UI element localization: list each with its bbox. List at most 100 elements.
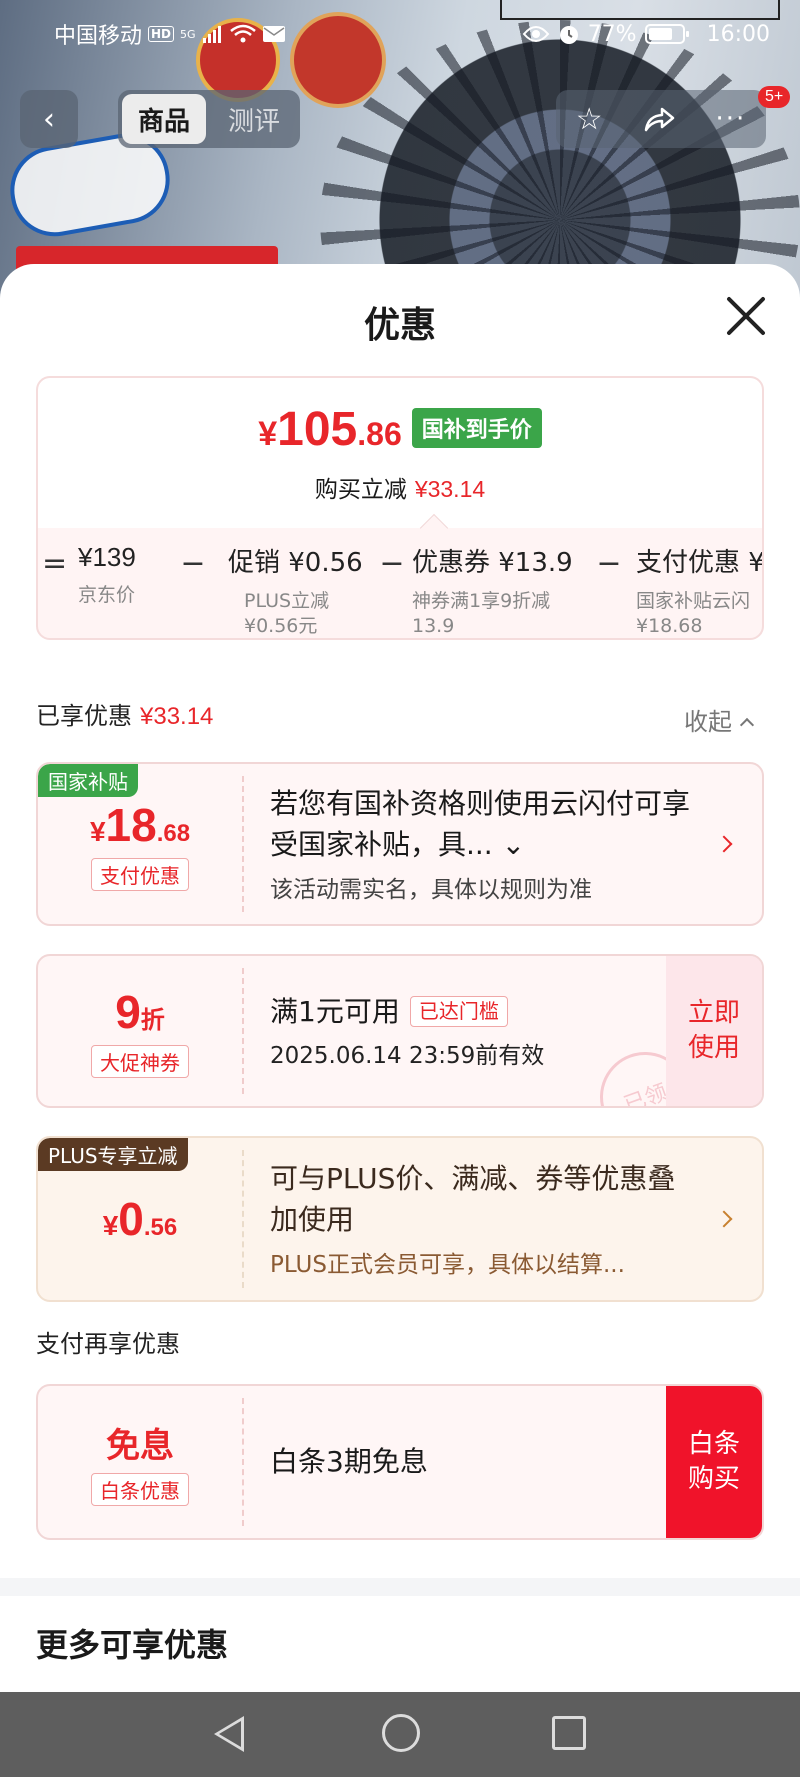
price-breakdown[interactable]: = ¥139 京东价 − 促销 ¥0.56 PLUS立减 ¥0.56元 − 优惠… bbox=[38, 526, 764, 638]
subsidy-amount-block: ¥18.68 支付优惠 bbox=[38, 764, 242, 924]
amount-decimal: .56 bbox=[143, 1214, 178, 1241]
amount-integer: 18 bbox=[105, 798, 157, 851]
interest-free-label: 免息 bbox=[106, 1427, 174, 1465]
more-discounts-title: 更多可享优惠 bbox=[36, 1626, 229, 1664]
plus-amount-block: ¥0.56 bbox=[38, 1138, 242, 1300]
favorite-star-icon[interactable]: ☆ bbox=[576, 102, 603, 137]
reduce-label: 购买立减 bbox=[314, 477, 407, 503]
subsidy-price-tag: 国补到手价 bbox=[411, 408, 542, 448]
hd-icon: HD bbox=[148, 26, 175, 42]
breakdown-title: 支付优惠 ¥ bbox=[636, 548, 764, 578]
breakdown-title: ¥139 bbox=[78, 542, 136, 572]
breakdown-desc: 京东价 bbox=[78, 584, 136, 606]
close-icon[interactable] bbox=[724, 294, 768, 338]
alarm-icon bbox=[559, 26, 578, 44]
minus-sign: − bbox=[180, 546, 206, 581]
system-nav-bar bbox=[0, 1692, 800, 1777]
card-divider bbox=[242, 968, 244, 1094]
amount-decimal: .68 bbox=[156, 819, 191, 847]
minus-sign: − bbox=[596, 546, 622, 581]
reduce-line: 购买立减 ¥33.14 bbox=[38, 470, 762, 504]
share-icon[interactable] bbox=[642, 104, 676, 134]
enjoyed-discount-header: 已享优惠 ¥33.14 bbox=[36, 696, 213, 731]
tab-product[interactable]: 商品 bbox=[122, 94, 207, 144]
baitiao-text: 白条3期免息 bbox=[270, 1386, 662, 1538]
system-back-icon[interactable] bbox=[214, 1716, 244, 1752]
subsidy-text: 若您有国补资格则使用云闪付可享受国家补贴，具... ⌄ 该活动需实名，具体以规则… bbox=[270, 764, 692, 924]
coupon-threshold: 满1元可用 已达门槛 bbox=[270, 992, 662, 1033]
signal-bars-icon bbox=[202, 26, 221, 43]
amount-integer: 0 bbox=[118, 1193, 144, 1245]
eye-icon bbox=[522, 26, 550, 42]
status-bar: 中国移动 HD 5G 77% 16:00 bbox=[0, 14, 800, 54]
subsidy-card[interactable]: 国家补贴 ¥18.68 支付优惠 若您有国补资格则使用云闪付可享受国家补贴，具.… bbox=[36, 762, 764, 926]
breakdown-item: 优惠券 ¥13.9 神券满1享9折减 13.9 bbox=[412, 526, 582, 638]
card-divider bbox=[242, 1398, 244, 1526]
battery-level bbox=[648, 28, 673, 40]
breakdown-item: 支付优惠 ¥ 国家补贴云闪 ¥18.68 bbox=[636, 526, 764, 638]
carrier-name: 中国移动 bbox=[54, 23, 143, 48]
breakdown-desc: 国家补贴云闪 ¥18.68 bbox=[636, 590, 751, 637]
plus-card[interactable]: PLUS专享立减 ¥0.56 可与PLUS价、满减、券等优惠叠加使用 PLUS正… bbox=[36, 1136, 764, 1302]
breakdown-item: 促销 ¥0.56 PLUS立减 ¥0.56元 bbox=[216, 526, 372, 638]
breakdown-item: ¥139 京东价 bbox=[78, 526, 170, 608]
system-recents-icon[interactable] bbox=[552, 1716, 586, 1750]
system-home-icon[interactable] bbox=[382, 1714, 420, 1752]
chevron-right-icon bbox=[715, 835, 733, 853]
subsidy-amount: ¥18.68 bbox=[90, 798, 190, 852]
equals-sign: = bbox=[42, 546, 68, 581]
battery-icon bbox=[644, 24, 689, 44]
coupon-threshold-label: 满1元可用 bbox=[270, 994, 400, 1028]
battery-percent: 77% bbox=[587, 21, 637, 47]
plus-text: 可与PLUS价、满减、券等优惠叠加使用 PLUS正式会员可享，具体以结算... bbox=[270, 1138, 692, 1300]
baitiao-buy-button[interactable]: 白条购买 bbox=[666, 1386, 762, 1538]
discount-sheet: 优惠 ¥105.86 国补到手价 购买立减 ¥33.14 = ¥139 京东价 −… bbox=[0, 264, 800, 1692]
signal-icon: 5G bbox=[180, 27, 196, 41]
enjoyed-amount: ¥33.14 bbox=[140, 703, 214, 730]
section-divider bbox=[0, 1578, 800, 1596]
chevron-right-icon bbox=[715, 1210, 733, 1228]
promo-coupon-pill: 大促神券 bbox=[91, 1044, 189, 1078]
plus-note: PLUS正式会员可享，具体以结算... bbox=[270, 1251, 625, 1278]
wifi-icon bbox=[229, 24, 256, 43]
price-currency: ¥ bbox=[258, 415, 278, 453]
back-button[interactable]: ‹ bbox=[20, 90, 78, 148]
coupon-card[interactable]: 9折 大促神券 满1元可用 已达门槛 2025.06.14 23:59前有效 已领… bbox=[36, 954, 764, 1108]
chevron-up-icon bbox=[739, 717, 755, 733]
plus-amount: ¥0.56 bbox=[103, 1192, 178, 1246]
nav-actions: ☆ ··· bbox=[556, 90, 766, 148]
pay-discount-pill: 支付优惠 bbox=[91, 857, 189, 891]
baitiao-card[interactable]: 免息 白条优惠 白条3期免息 白条购买 bbox=[36, 1384, 764, 1540]
amount-currency: ¥ bbox=[89, 815, 106, 847]
collapse-toggle[interactable]: 收起 bbox=[684, 702, 755, 737]
message-count-badge: 5+ bbox=[758, 86, 791, 108]
fan-grill bbox=[320, 20, 800, 300]
card-divider bbox=[242, 1150, 244, 1288]
subsidy-title: 若您有国补资格则使用云闪付可享受国家补贴，具... ⌄ bbox=[270, 787, 691, 861]
breakdown-desc: PLUS立减 ¥0.56元 bbox=[244, 590, 330, 637]
mail-icon bbox=[262, 26, 285, 42]
pay-section-header: 支付再享优惠 bbox=[36, 1330, 180, 1358]
breakdown-desc: 神券满1享9折减 13.9 bbox=[412, 590, 551, 637]
more-icon[interactable]: ··· bbox=[715, 104, 746, 134]
coupon-expiry: 2025.06.14 23:59前有效 bbox=[270, 1043, 545, 1070]
coupon-discount: 9折 bbox=[115, 985, 165, 1039]
use-now-button[interactable]: 立即使用 bbox=[666, 956, 762, 1106]
subsidy-note: 该活动需实名，具体以规则为准 bbox=[270, 876, 592, 903]
clock: 16:00 bbox=[706, 21, 770, 47]
price-integer: 105 bbox=[277, 403, 358, 456]
tab-review[interactable]: 测评 bbox=[212, 94, 296, 144]
final-price: ¥105.86 bbox=[258, 402, 402, 457]
threshold-met-badge: 已达门槛 bbox=[409, 995, 508, 1027]
minus-sign: − bbox=[379, 546, 405, 581]
reduce-amount: ¥33.14 bbox=[414, 476, 486, 502]
discount-value: 9 bbox=[115, 985, 141, 1038]
baitiao-block: 免息 白条优惠 bbox=[38, 1386, 242, 1538]
plus-title: 可与PLUS价、满减、券等优惠叠加使用 bbox=[270, 1162, 676, 1236]
card-divider bbox=[242, 776, 244, 912]
nav-tabs: 商品 测评 bbox=[118, 90, 301, 148]
breakdown-title: 促销 ¥0.56 bbox=[228, 548, 363, 578]
sheet-title: 优惠 bbox=[363, 305, 436, 346]
discount-unit: 折 bbox=[140, 1006, 165, 1034]
price-decimal: .86 bbox=[357, 416, 402, 452]
